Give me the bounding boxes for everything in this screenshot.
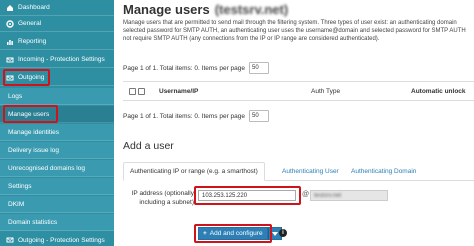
tab-authenticating-user[interactable]: Authenticating User bbox=[276, 162, 345, 181]
sidebar-item-reporting[interactable]: Reporting bbox=[0, 34, 114, 50]
items-per-page-select[interactable]: 50 bbox=[249, 62, 270, 74]
sidebar-item-label: Dashboard bbox=[18, 4, 50, 11]
sidebar-item-label: Domain statistics bbox=[8, 218, 58, 226]
add-user-tabs: Authenticating IP or range (e.g. a smart… bbox=[123, 162, 474, 181]
home-icon bbox=[5, 3, 14, 12]
sidebar-item-dashboard[interactable]: Dashboard bbox=[0, 0, 114, 16]
sidebar-item-label: Delivery issue log bbox=[8, 146, 59, 154]
sidebar: Dashboard General Reporting Incoming - P… bbox=[0, 0, 120, 246]
highlight-ip-input bbox=[194, 186, 301, 205]
caret-down-icon bbox=[271, 231, 278, 236]
table-tools bbox=[123, 87, 159, 95]
column-username-ip[interactable]: Username/IP bbox=[159, 88, 311, 95]
sidebar-item-label: DKIM bbox=[8, 200, 25, 208]
info-icon[interactable]: i bbox=[279, 229, 287, 237]
report-icon bbox=[5, 37, 14, 46]
column-automatic-unlock[interactable]: Automatic unlock bbox=[411, 88, 474, 95]
incoming-icon bbox=[5, 55, 14, 64]
sidebar-item-delivery-issue-log[interactable]: Delivery issue log bbox=[0, 142, 114, 159]
sidebar-item-settings[interactable]: Settings bbox=[0, 178, 114, 195]
main-content: Manage users (testsrv.net) Manage users t… bbox=[114, 0, 474, 246]
add-user-title: Add a user bbox=[123, 140, 174, 152]
sidebar-item-label: Unrecognised domains log bbox=[8, 164, 85, 172]
page-title: Manage users (testsrv.net) bbox=[123, 2, 290, 17]
highlight-add-button bbox=[194, 224, 272, 243]
at-sign: @ bbox=[302, 191, 310, 198]
sidebar-item-label: Reporting bbox=[18, 38, 47, 45]
sidebar-item-label: Outgoing - Protection Settings bbox=[18, 236, 105, 244]
pager-bottom: Page 1 of 1. Total items: 0. Items per p… bbox=[123, 110, 270, 122]
sidebar-item-manage-identities[interactable]: Manage identities bbox=[0, 124, 114, 141]
delete-icon[interactable] bbox=[129, 87, 136, 95]
sidebar-item-dkim[interactable]: DKIM bbox=[0, 196, 114, 213]
sidebar-item-general[interactable]: General bbox=[0, 16, 114, 32]
sidebar-item-label: Settings bbox=[8, 182, 32, 190]
pager-text: Page 1 of 1. Total items: 0. Items per p… bbox=[123, 112, 246, 120]
sidebar-item-logs[interactable]: Logs bbox=[0, 88, 114, 105]
sidebar-item-label: Manage identities bbox=[8, 128, 59, 136]
sidebar-item-label: Logs bbox=[8, 92, 23, 100]
sidebar-item-unrecognised-domains-log[interactable]: Unrecognised domains log bbox=[0, 160, 114, 177]
sidebar-item-domain-statistics[interactable]: Domain statistics bbox=[0, 214, 114, 231]
gear-icon bbox=[5, 19, 14, 28]
outgoing-protection-icon bbox=[5, 236, 14, 245]
domain-field: testsrv.net bbox=[310, 190, 388, 201]
page-title-text: Manage users bbox=[123, 2, 210, 17]
copy-icon[interactable] bbox=[138, 87, 145, 95]
sidebar-item-incoming[interactable]: Incoming - Protection Settings bbox=[0, 52, 114, 68]
sidebar-item-label: General bbox=[18, 20, 42, 27]
page-description: Manage users that are permitted to send … bbox=[123, 20, 466, 42]
sidebar-item-label: Incoming - Protection Settings bbox=[18, 56, 105, 63]
tab-authenticating-ip[interactable]: Authenticating IP or range (e.g. a smart… bbox=[123, 162, 265, 181]
pager-top: Page 1 of 1. Total items: 0. Items per p… bbox=[123, 62, 270, 74]
domain-field-value: testsrv.net bbox=[314, 192, 342, 199]
highlight-manage-users bbox=[3, 105, 58, 123]
ip-address-label: IP address (optionally including a subne… bbox=[131, 190, 194, 206]
tab-authenticating-domain[interactable]: Authenticating Domain bbox=[345, 162, 422, 181]
sidebar-item-outgoing-protection[interactable]: Outgoing - Protection Settings bbox=[0, 232, 114, 246]
page-title-host: (testsrv.net) bbox=[214, 2, 289, 17]
pager-text: Page 1 of 1. Total items: 0. Items per p… bbox=[123, 64, 246, 72]
column-auth-type[interactable]: Auth Type bbox=[311, 88, 411, 95]
highlight-outgoing bbox=[3, 69, 50, 86]
users-table-header: Username/IP Auth Type Automatic unlock bbox=[123, 81, 474, 101]
items-per-page-select-bottom[interactable]: 50 bbox=[249, 110, 270, 122]
